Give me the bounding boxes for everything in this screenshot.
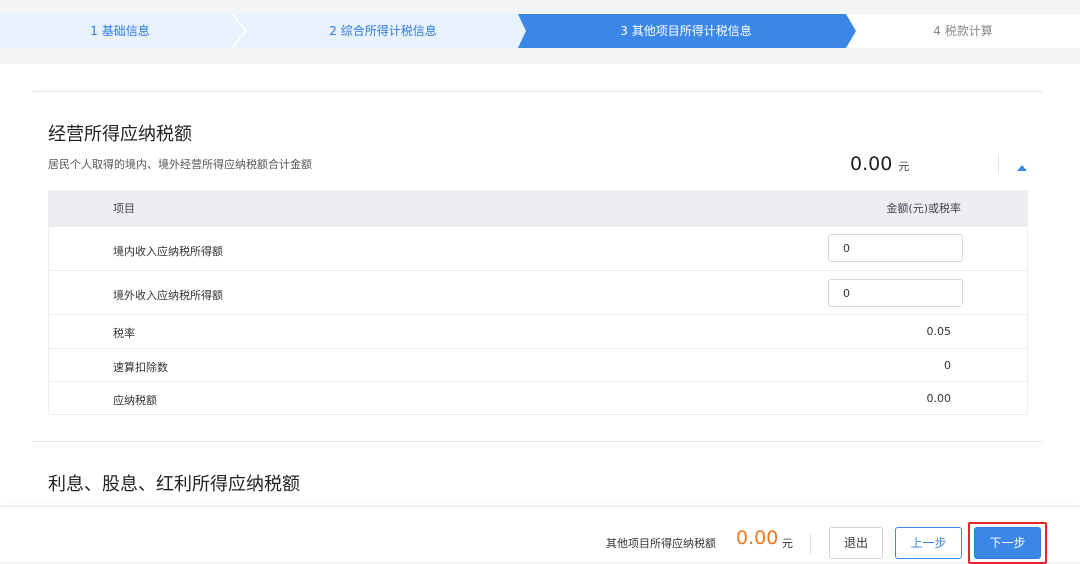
step-label: 2 综合所得计税信息 — [329, 24, 437, 38]
section-divider — [33, 441, 1043, 442]
step-basic-info[interactable]: 1 基础信息 — [0, 14, 240, 48]
amount-unit: 元 — [898, 160, 910, 173]
table-row: 速算扣除数 0 — [49, 348, 1027, 381]
step-arrow-head — [846, 14, 862, 48]
table-row: 境内收入应纳税所得额 — [49, 226, 1027, 270]
exit-button[interactable]: 退出 — [829, 527, 883, 559]
section-divider — [33, 91, 1043, 92]
table-row: 应纳税额 0.00 — [49, 381, 1027, 414]
next-step-button[interactable]: 下一步 — [974, 527, 1041, 559]
domestic-taxable-income-input[interactable] — [828, 234, 963, 262]
step-arrow — [518, 14, 534, 48]
section-title-business-tax: 经营所得应纳税额 — [48, 124, 192, 145]
column-header-amount: 金额(元)或税率 — [886, 202, 961, 215]
vertical-separator — [998, 154, 999, 174]
step-progress-bar: 1 基础信息 2 综合所得计税信息 3 其他项目所得计税信息 4 税款计算 — [0, 14, 1080, 48]
row-label: 境内收入应纳税所得额 — [113, 245, 223, 258]
section-title-interest-dividend: 利息、股息、红利所得应纳税额 — [48, 474, 300, 495]
footer-bar: 其他项目所得应纳税额 0.00 元 退出 上一步 下一步 — [0, 506, 1080, 564]
section-description: 居民个人取得的境内、境外经营所得应纳税额合计金额 — [48, 158, 312, 171]
column-header-item: 项目 — [113, 202, 135, 215]
step-label: 4 税款计算 — [933, 24, 993, 38]
business-tax-table: 项目 金额(元)或税率 境内收入应纳税所得额 境外收入应纳税所得额 税率 0.0… — [48, 190, 1028, 415]
next-step-highlight: 下一步 — [968, 522, 1047, 564]
row-label: 速算扣除数 — [113, 361, 168, 374]
table-row: 税率 0.05 — [49, 314, 1027, 348]
footer-total-amount: 0.00 — [736, 527, 779, 549]
step-other-income[interactable]: 3 其他项目所得计税信息 — [526, 14, 846, 48]
tax-payable-value: 0.00 — [926, 392, 952, 405]
step-tax-calculation[interactable]: 4 税款计算 — [846, 14, 1080, 48]
step-divider — [232, 14, 248, 48]
row-label: 应纳税额 — [113, 394, 157, 407]
footer-total-label: 其他项目所得应纳税额 — [606, 537, 716, 550]
footer-separator — [810, 534, 811, 554]
quick-deduction-value: 0 — [944, 359, 951, 372]
section-total-amount: 0.00 元 — [850, 153, 909, 175]
step-label: 1 基础信息 — [90, 24, 150, 38]
foreign-taxable-income-input[interactable] — [828, 279, 963, 307]
footer-unit: 元 — [782, 537, 793, 550]
main-panel: 经营所得应纳税额 居民个人取得的境内、境外经营所得应纳税额合计金额 0.00 元 … — [0, 64, 1080, 506]
previous-step-button[interactable]: 上一步 — [895, 527, 962, 559]
step-comprehensive-income[interactable]: 2 综合所得计税信息 — [240, 14, 526, 48]
caret-up-icon[interactable] — [1015, 158, 1029, 171]
amount-value: 0.00 — [850, 153, 893, 175]
step-label: 3 其他项目所得计税信息 — [620, 24, 752, 38]
tax-rate-value: 0.05 — [926, 325, 952, 338]
table-header: 项目 金额(元)或税率 — [49, 191, 1027, 226]
table-row: 境外收入应纳税所得额 — [49, 270, 1027, 314]
row-label: 税率 — [113, 327, 135, 340]
row-label: 境外收入应纳税所得额 — [113, 289, 223, 302]
